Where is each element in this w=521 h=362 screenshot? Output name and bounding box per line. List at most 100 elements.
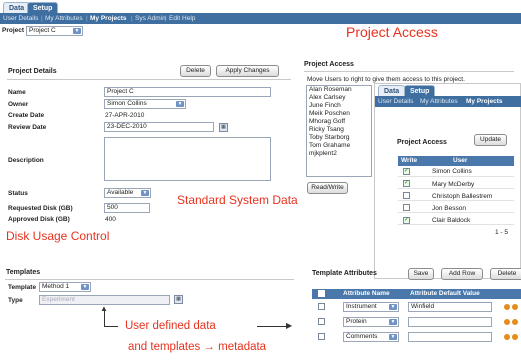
move-down-icon[interactable]	[512, 304, 518, 310]
write-checkbox[interactable]	[403, 204, 410, 211]
row-checkbox[interactable]	[318, 303, 325, 310]
list-item[interactable]: Alex Carlsey	[307, 94, 371, 102]
project-selector-value: Project C	[29, 27, 56, 34]
read-write-button[interactable]: Read/Write	[307, 182, 348, 194]
create-date-value: 27-APR-2010	[105, 112, 145, 119]
type-label: Type	[8, 297, 23, 304]
template-select[interactable]: Method 1 ▼	[39, 282, 91, 292]
update-button[interactable]: Update	[474, 134, 507, 146]
select-all-checkbox[interactable]	[318, 290, 325, 297]
status-select[interactable]: Available ▼	[104, 188, 151, 198]
add-row-button[interactable]: Add Row	[441, 268, 483, 280]
list-item[interactable]: Ricky Tsang	[307, 126, 371, 134]
list-item[interactable]: Tom Grahame	[307, 142, 371, 150]
attribute-default-field[interactable]	[408, 317, 492, 327]
apply-changes-button[interactable]: Apply Changes	[216, 65, 279, 77]
attribute-name-value: Instrument	[346, 303, 377, 310]
approved-disk-value: 400	[105, 216, 116, 223]
requested-disk-label: Requested Disk (GB)	[8, 205, 73, 212]
chevron-down-icon: ▼	[389, 304, 397, 310]
calendar-icon[interactable]: ▦	[219, 123, 228, 132]
create-date-label: Create Date	[8, 112, 45, 119]
list-item[interactable]: Toby Starborg	[307, 134, 371, 142]
attribute-name-select[interactable]: Protein ▼	[343, 317, 399, 327]
col-write-header: Write	[401, 157, 418, 164]
nav-my-attributes[interactable]: My Attributes	[45, 13, 83, 24]
attribute-name-select[interactable]: Instrument ▼	[343, 302, 399, 312]
user-name: Christoph Ballestrem	[432, 193, 493, 200]
annotation-arrow-line	[104, 311, 105, 327]
requested-disk-field[interactable]: 500	[104, 203, 150, 213]
row-checkbox[interactable]	[318, 318, 325, 325]
delete-row-button[interactable]: Delete	[490, 268, 521, 280]
nav-sys-admin[interactable]: Sys Admin	[135, 13, 166, 24]
move-down-icon[interactable]	[512, 319, 518, 325]
callout-disk-usage-control: Disk Usage Control	[6, 229, 110, 243]
owner-value: Simon Collins	[107, 100, 147, 107]
name-label: Name	[8, 89, 26, 96]
owner-label: Owner	[8, 101, 29, 108]
attribute-name-select[interactable]: Comments ▼	[343, 332, 399, 342]
move-up-icon[interactable]	[504, 319, 510, 325]
description-label: Description	[8, 157, 44, 164]
templates-title: Templates	[6, 269, 41, 276]
col-attribute-name-header: Attribute Name	[343, 290, 390, 297]
chevron-down-icon: ▼	[141, 190, 149, 196]
write-checkbox[interactable]: ✓	[403, 217, 410, 224]
move-down-icon[interactable]	[512, 334, 518, 340]
attribute-name-value: Comments	[346, 333, 378, 340]
nav-separator: |	[41, 15, 43, 22]
nav-my-projects[interactable]: My Projects	[90, 13, 127, 24]
project-selector-label: Project	[2, 27, 25, 34]
calendar-icon[interactable]: ▦	[174, 295, 183, 304]
arrow-right-icon: ▶	[286, 321, 293, 330]
annotation-arrow-line	[104, 326, 118, 327]
project-details-title: Project Details	[8, 68, 57, 75]
list-item[interactable]: Mhorag Goff	[307, 118, 371, 126]
chevron-down-icon: ▼	[389, 319, 397, 325]
list-item[interactable]: June Finch	[307, 102, 371, 110]
user-name: Clair Baldock	[432, 217, 471, 224]
callout-user-defined-data: User defined data	[125, 320, 216, 332]
available-users-list[interactable]: Alan Roseman Alex Carlsey June Finch Mei…	[306, 85, 372, 177]
inset-nav-user-details[interactable]: User Details	[378, 96, 413, 107]
inset-tab-setup[interactable]: Setup	[404, 85, 436, 96]
write-checkbox[interactable]: ✓	[403, 180, 410, 187]
description-field[interactable]	[104, 137, 271, 181]
list-item[interactable]: mjkplent2	[307, 150, 371, 158]
attribute-default-field[interactable]	[408, 332, 492, 342]
move-up-icon[interactable]	[504, 334, 510, 340]
list-item[interactable]: Meik Poschen	[307, 110, 371, 118]
inset-nav-my-projects[interactable]: My Projects	[466, 96, 503, 107]
project-selector[interactable]: Project C ▼	[26, 26, 83, 36]
nav-separator: |	[131, 15, 133, 22]
chevron-down-icon: ▼	[81, 284, 89, 290]
move-up-icon[interactable]	[504, 304, 510, 310]
approved-disk-label: Approved Disk (GB)	[8, 216, 70, 223]
owner-select[interactable]: Simon Collins ▼	[104, 99, 186, 109]
inset-grid-header: Write User	[398, 156, 514, 166]
save-button[interactable]: Save	[408, 268, 434, 280]
nav-separator: |	[165, 15, 167, 22]
main-nav-bar: User Details | My Attributes | My Projec…	[0, 13, 521, 24]
write-checkbox[interactable]: ✓	[403, 168, 410, 175]
divider	[304, 71, 514, 72]
template-attributes-title: Template Attributes	[312, 270, 377, 277]
name-field[interactable]: Project C	[104, 87, 271, 97]
review-date-field[interactable]: 23-DEC-2010	[104, 122, 214, 132]
tab-setup[interactable]: Setup	[27, 2, 59, 13]
divider	[5, 279, 294, 280]
inset-nav-my-attributes[interactable]: My Attributes	[420, 96, 458, 107]
col-default-value-header: Attribute Default Value	[410, 290, 480, 297]
callout-project-access: Project Access	[346, 24, 438, 40]
attribute-default-field[interactable]: Winfield	[408, 302, 492, 312]
write-checkbox[interactable]	[403, 192, 410, 199]
row-checkbox[interactable]	[318, 333, 325, 340]
inset-tab-data[interactable]: Data	[378, 85, 406, 96]
nav-edit-help[interactable]: Edit Help	[169, 13, 195, 24]
delete-button[interactable]: Delete	[180, 65, 211, 77]
attribute-name-value: Protein	[346, 318, 367, 325]
col-user-header: User	[453, 157, 468, 164]
nav-user-details[interactable]: User Details	[3, 13, 38, 24]
list-item[interactable]: Alan Roseman	[307, 86, 371, 94]
